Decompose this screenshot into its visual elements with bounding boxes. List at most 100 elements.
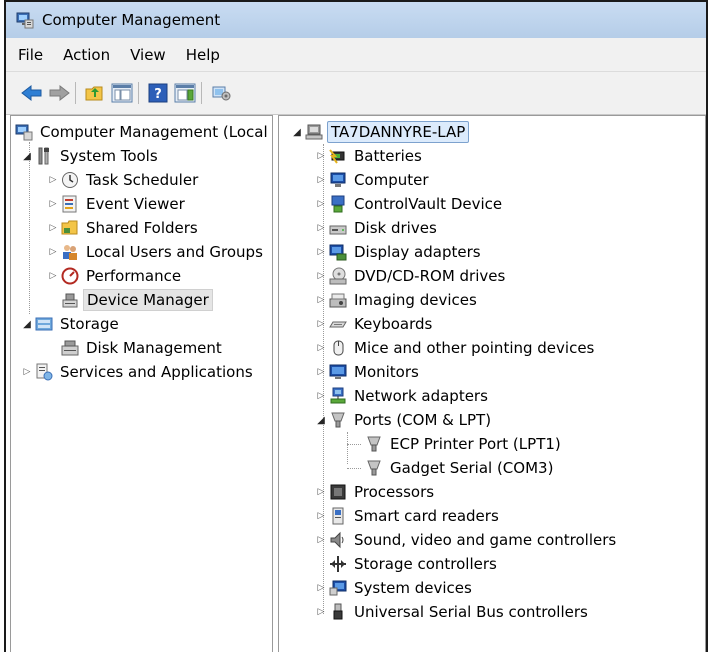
tree-node-label: Disk Management [86,339,222,357]
show-hide-tree-icon[interactable] [110,81,134,105]
collapsed-arrow-icon[interactable]: ▷ [315,144,327,168]
monitor-icon [329,171,347,189]
menu-view[interactable]: View [120,46,176,64]
clock-icon [61,171,79,189]
storage-controller-icon [329,555,347,573]
tree-node-dvd-drives[interactable]: ▷ DVD/CD-ROM drives [315,264,508,288]
tree-node-event-viewer[interactable]: ▷ Event Viewer [47,192,188,216]
expanded-arrow-icon[interactable]: ◢ [21,312,33,336]
tree-node-disk-management[interactable]: Disk Management [59,336,225,360]
tree-node-disk-drives[interactable]: ▷ Disk drives [315,216,440,240]
collapsed-arrow-icon[interactable]: ▷ [315,264,327,288]
tree-node-shared-folders[interactable]: ▷ Shared Folders [47,216,201,240]
port-icon [365,459,383,477]
action-pane-icon[interactable] [173,81,197,105]
tree-node-local-users[interactable]: ▷ Local Users and Groups [47,240,266,264]
collapsed-arrow-icon[interactable]: ▷ [47,264,59,288]
tree-node-computer[interactable]: ▷ Computer [315,168,432,192]
collapsed-arrow-icon[interactable]: ▷ [315,528,327,552]
collapsed-arrow-icon[interactable]: ▷ [47,168,59,192]
processor-icon [329,483,347,501]
menu-action[interactable]: Action [53,46,120,64]
tree-node-performance[interactable]: ▷ Performance [47,264,184,288]
tree-node-monitors[interactable]: ▷ Monitors [315,360,422,384]
tree-node-ecp-printer-port[interactable]: ECP Printer Port (LPT1) [363,432,564,456]
tree-node-usb-controllers[interactable]: ▷ Universal Serial Bus controllers [315,600,591,624]
scanner-icon [329,291,347,309]
collapsed-arrow-icon[interactable]: ▷ [315,216,327,240]
tree-node-sound-controllers[interactable]: ▷ Sound, video and game controllers [315,528,619,552]
collapsed-arrow-icon[interactable]: ▷ [315,600,327,624]
back-arrow-icon[interactable] [20,81,44,105]
menu-file[interactable]: File [6,46,53,64]
collapsed-arrow-icon[interactable]: ▷ [315,168,327,192]
collapsed-arrow-icon[interactable]: ▷ [315,480,327,504]
performance-icon [61,267,79,285]
tree-node-network-adapters[interactable]: ▷ Network adapters [315,384,491,408]
collapsed-arrow-icon[interactable]: ▷ [315,504,327,528]
port-icon [329,411,347,429]
collapsed-arrow-icon[interactable]: ▷ [315,360,327,384]
computer-icon [305,123,323,141]
keyboard-icon [329,315,347,333]
category-label: Smart card readers [354,507,499,525]
collapsed-arrow-icon[interactable]: ▷ [315,192,327,216]
disk-management-icon [61,339,79,357]
collapsed-arrow-icon[interactable]: ▷ [47,192,59,216]
controlvault-icon [329,195,347,213]
tree-node-ports[interactable]: ◢ Ports (COM & LPT) [315,408,494,432]
tree-node-controlvault[interactable]: ▷ ControlVault Device [315,192,505,216]
tree-node-label: System Tools [60,147,158,165]
expanded-arrow-icon[interactable]: ◢ [21,144,33,168]
collapsed-arrow-icon[interactable]: ▷ [315,240,327,264]
menu-help[interactable]: Help [176,46,230,64]
up-folder-icon[interactable] [83,81,107,105]
tree-node-batteries[interactable]: ▷ Batteries [315,144,425,168]
help-icon[interactable]: ? [146,81,170,105]
tree-node-label: Device Manager [83,289,213,311]
collapsed-arrow-icon[interactable]: ▷ [21,360,33,384]
window-title: Computer Management [42,11,221,29]
tree-node-storage-controllers[interactable]: Storage controllers [315,552,500,576]
tree-node-label: Performance [86,267,182,285]
smart-card-reader-icon [329,507,347,525]
tree-node-processors[interactable]: ▷ Processors [315,480,437,504]
tree-node-services[interactable]: ▷ Services and Applications [21,360,256,384]
toolbar: ? [6,72,706,115]
tree-node-keyboards[interactable]: ▷ Keyboards [315,312,435,336]
tree-node-system-tools[interactable]: ◢ System Tools [21,144,161,168]
console-tree-pane: Computer Management (Local ◢ System Tool… [10,115,273,652]
tree-node-gadget-serial[interactable]: Gadget Serial (COM3) [363,456,556,480]
computer-management-icon [16,11,34,29]
expanded-arrow-icon[interactable]: ◢ [291,120,303,144]
tree-node-system-devices[interactable]: ▷ System devices [315,576,475,600]
properties-icon[interactable] [209,81,233,105]
collapsed-arrow-icon[interactable]: ▷ [315,336,327,360]
expanded-arrow-icon[interactable]: ◢ [315,408,327,432]
tree-node-imaging-devices[interactable]: ▷ Imaging devices [315,288,480,312]
tree-node-device-manager[interactable]: Device Manager [59,288,213,312]
forward-arrow-icon[interactable] [47,81,71,105]
svg-text:?: ? [154,87,162,102]
tree-node-mice[interactable]: ▷ Mice and other pointing devices [315,336,597,360]
category-label: Storage controllers [354,555,497,573]
collapsed-arrow-icon[interactable]: ▷ [315,288,327,312]
collapsed-arrow-icon[interactable]: ▷ [47,216,59,240]
tree-node-label: Computer Management (Local [40,123,268,141]
tree-node-computer-root[interactable]: ◢ TA7DANNYRE-LAP [291,120,470,144]
tree-node-task-scheduler[interactable]: ▷ Task Scheduler [47,168,201,192]
collapsed-arrow-icon[interactable]: ▷ [315,312,327,336]
tree-node-computer-management[interactable]: Computer Management (Local [13,120,271,144]
collapsed-arrow-icon[interactable]: ▷ [315,576,327,600]
category-label: Sound, video and game controllers [354,531,617,549]
collapsed-arrow-icon[interactable]: ▷ [315,384,327,408]
tree-node-display-adapters[interactable]: ▷ Display adapters [315,240,484,264]
tree-node-smart-card-readers[interactable]: ▷ Smart card readers [315,504,502,528]
tree-node-label: Local Users and Groups [86,243,263,261]
tree-node-storage[interactable]: ◢ Storage [21,312,122,336]
category-label: Display adapters [354,243,481,261]
tree-node-label: Event Viewer [86,195,185,213]
toolbar-separator [138,82,139,104]
collapsed-arrow-icon[interactable]: ▷ [47,240,59,264]
category-label: Computer [354,171,429,189]
